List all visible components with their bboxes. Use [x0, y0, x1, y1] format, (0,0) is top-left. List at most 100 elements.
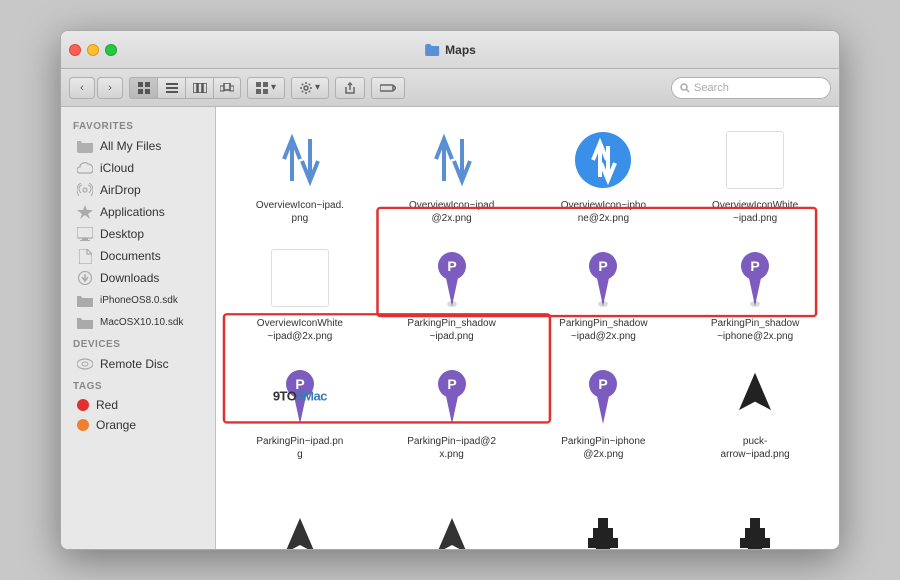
file-thumb: [417, 125, 487, 195]
macosx-label: MacOSX10.10.sdk: [100, 317, 183, 328]
svg-text:P: P: [447, 258, 456, 274]
file-thumb: [265, 243, 335, 313]
file-name: ParkingPin~iphone@2x.png: [561, 435, 645, 461]
file-name: ParkingPin_shadow~iphone@2x.png: [711, 317, 799, 343]
airdrop-label: AirDrop: [100, 183, 141, 197]
sidebar-item-macosx[interactable]: MacOSX10.10.sdk: [65, 311, 211, 333]
favorites-section-title: Favorites: [61, 115, 215, 135]
window-title: Maps: [424, 42, 476, 58]
tag-red-dot: [77, 399, 89, 411]
sort-action-button[interactable]: ▾: [247, 77, 285, 99]
file-thumb: P: [568, 361, 638, 431]
cover-view-icon: [220, 83, 234, 93]
traffic-lights: [69, 44, 117, 56]
maximize-button[interactable]: [105, 44, 117, 56]
downloads-label: Downloads: [100, 271, 159, 285]
file-item-arrow1[interactable]: [228, 473, 372, 549]
sort-arrows-2x-icon: [426, 129, 478, 191]
file-item-overview-ipad2x[interactable]: OverviewIcon~ipad@2x.png: [380, 119, 524, 229]
gear-action-button[interactable]: ▾: [291, 77, 329, 99]
sort-arrows-icon: [274, 129, 326, 191]
documents-label: Documents: [100, 249, 161, 263]
file-item-arrow4[interactable]: [683, 473, 827, 549]
sidebar-item-iphoneos[interactable]: iPhoneOS8.0.sdk: [65, 289, 211, 311]
applications-label: Applications: [100, 205, 165, 219]
sidebar-item-tag-orange[interactable]: Orange: [65, 415, 211, 435]
gear-dropdown-arrow: ▾: [315, 82, 320, 93]
sidebar-item-tag-red[interactable]: Red: [65, 395, 211, 415]
parking-pin-ipad2x-icon: P: [432, 366, 472, 426]
sidebar-item-remote-disc[interactable]: Remote Disc: [65, 353, 211, 375]
back-button[interactable]: ‹: [69, 77, 95, 99]
forward-button[interactable]: ›: [97, 77, 123, 99]
view-mode-group: [129, 77, 241, 99]
arrow2-icon: [427, 513, 477, 550]
file-item-arrow2[interactable]: [380, 473, 524, 549]
sort-arrows-circle-icon: [572, 129, 634, 191]
tag-icon: [380, 83, 396, 93]
sort-grid-icon: [256, 82, 268, 94]
applications-icon: [77, 204, 93, 220]
window-title-text: Maps: [445, 43, 476, 57]
file-thumb: [265, 125, 335, 195]
file-item-overview-iphone2x[interactable]: OverviewIcon~iphone@2x.png: [532, 119, 676, 229]
file-name: ParkingPin_shadow~ipad.png: [407, 317, 495, 343]
tag-button[interactable]: [371, 77, 405, 99]
file-item-parking-shadow-iphone2x[interactable]: P ParkingPin_shadow~iphone@2x.png: [683, 237, 827, 347]
tag-orange-label: Orange: [96, 418, 136, 432]
view-icon-columns[interactable]: [185, 77, 213, 99]
parking-pin-shadow-iphone-icon: P: [735, 248, 775, 308]
gear-icon: [300, 82, 312, 94]
share-icon: [344, 82, 356, 94]
file-grid: OverviewIcon~ipad.png OverviewIcon~ipad@…: [216, 107, 839, 549]
iphoneos-folder-icon: [77, 292, 93, 308]
sidebar-item-downloads[interactable]: Downloads: [65, 267, 211, 289]
iphoneos-label: iPhoneOS8.0.sdk: [100, 295, 178, 306]
file-name: ParkingPin~ipad@2x.png: [407, 435, 496, 461]
desktop-label: Desktop: [100, 227, 144, 241]
view-icon-cover[interactable]: [213, 77, 241, 99]
search-box[interactable]: Search: [671, 77, 831, 99]
desktop-icon: [77, 226, 93, 242]
share-button[interactable]: [335, 77, 365, 99]
devices-section-title: Devices: [61, 333, 215, 353]
file-thumb: P 9TO5Mac: [265, 361, 335, 431]
sidebar-item-applications[interactable]: Applications: [65, 201, 211, 223]
file-item-parking-shadow-ipad2x[interactable]: P ParkingPin_shadow~ipad@2x.png: [532, 237, 676, 347]
nav-buttons: ‹ ›: [69, 77, 123, 99]
file-item-parking-iphone2x[interactable]: P ParkingPin~iphone@2x.png: [532, 355, 676, 465]
file-thumb: [720, 505, 790, 549]
file-thumb: [265, 505, 335, 549]
file-item-arrow3[interactable]: [532, 473, 676, 549]
file-item-parking-shadow-ipad[interactable]: P ParkingPin_shadow~ipad.png: [380, 237, 524, 347]
icloud-icon: [77, 160, 93, 176]
file-item-overview-white-ipad[interactable]: OverviewIconWhite~ipad.png: [683, 119, 827, 229]
sidebar-item-all-my-files[interactable]: All My Files: [65, 135, 211, 157]
file-name: puck-arrow~ipad.png: [721, 435, 790, 461]
file-name: ParkingPin_shadow~ipad@2x.png: [559, 317, 647, 343]
view-icon-list[interactable]: [157, 77, 185, 99]
file-item-puck-arrow[interactable]: puck-arrow~ipad.png: [683, 355, 827, 465]
toolbar: ‹ ›: [61, 69, 839, 107]
file-thumb: P: [417, 243, 487, 313]
documents-icon: [77, 248, 93, 264]
sidebar-item-desktop[interactable]: Desktop: [65, 223, 211, 245]
sidebar-item-airdrop[interactable]: AirDrop: [65, 179, 211, 201]
file-item-parking-ipad[interactable]: P 9TO5Mac ParkingPin~ipad.png: [228, 355, 372, 465]
main-content: Favorites All My Files iCloud: [61, 107, 839, 549]
macosx-folder-icon: [77, 314, 93, 330]
sidebar-item-documents[interactable]: Documents: [65, 245, 211, 267]
file-item-overview-ipad[interactable]: OverviewIcon~ipad.png: [228, 119, 372, 229]
svg-text:P: P: [750, 258, 759, 274]
grid-view-icon: [138, 82, 150, 94]
sidebar-item-icloud[interactable]: iCloud: [65, 157, 211, 179]
view-icon-grid[interactable]: [129, 77, 157, 99]
downloads-icon: [77, 270, 93, 286]
file-name: OverviewIconWhite~ipad@2x.png: [257, 317, 343, 343]
close-button[interactable]: [69, 44, 81, 56]
file-name: OverviewIcon~iphone@2x.png: [561, 199, 646, 225]
file-item-parking-ipad2x[interactable]: P ParkingPin~ipad@2x.png: [380, 355, 524, 465]
file-item-overview-white-ipad2[interactable]: OverviewIconWhite~ipad@2x.png: [228, 237, 372, 347]
file-thumb: [417, 505, 487, 549]
minimize-button[interactable]: [87, 44, 99, 56]
